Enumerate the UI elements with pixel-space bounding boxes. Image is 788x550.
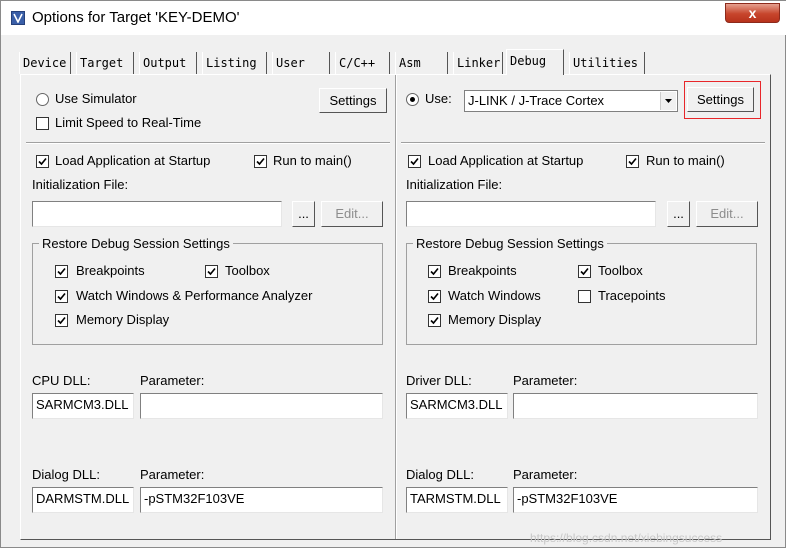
use-simulator-radio[interactable] bbox=[36, 93, 49, 106]
right-load-app-label: Load Application at Startup bbox=[428, 153, 584, 168]
checkmark-icon bbox=[628, 157, 637, 166]
left-separator bbox=[26, 142, 390, 144]
checkmark-icon bbox=[580, 267, 589, 276]
left-watch-checkbox[interactable] bbox=[55, 290, 68, 303]
right-breakpoints-label: Breakpoints bbox=[448, 263, 517, 278]
left-edit-button[interactable]: Edit... bbox=[321, 201, 383, 227]
close-icon: x bbox=[748, 5, 757, 21]
driver-dll-input[interactable]: SARMCM3.DLL bbox=[406, 393, 508, 419]
right-dialog-param-label: Parameter: bbox=[513, 467, 578, 482]
left-toolbox-label: Toolbox bbox=[225, 263, 270, 278]
title-bar: Options for Target 'KEY-DEMO' x bbox=[1, 1, 787, 35]
checkmark-icon bbox=[430, 267, 439, 276]
checkmark-icon bbox=[410, 157, 419, 166]
left-dialog-param-label: Parameter: bbox=[140, 467, 205, 482]
left-dialog-dll-input[interactable]: DARMSTM.DLL bbox=[32, 487, 134, 513]
cpu-param-input[interactable] bbox=[140, 393, 383, 419]
left-load-app-label: Load Application at Startup bbox=[55, 153, 211, 168]
left-browse-button[interactable]: ... bbox=[292, 201, 315, 227]
left-breakpoints-label: Breakpoints bbox=[76, 263, 145, 278]
simulator-settings-button[interactable]: Settings bbox=[319, 88, 387, 113]
use-simulator-label: Use Simulator bbox=[55, 91, 137, 106]
left-run-to-main-label: Run to main() bbox=[273, 153, 352, 168]
right-toolbox-checkbox[interactable] bbox=[578, 265, 591, 278]
watermark: https://blog.csdn.net/xiebingsuccess bbox=[530, 531, 723, 545]
right-browse-button[interactable]: ... bbox=[667, 201, 690, 227]
right-memory-label: Memory Display bbox=[448, 312, 542, 327]
right-tracepoints-checkbox[interactable] bbox=[578, 290, 591, 303]
cpu-dll-input[interactable]: SARMCM3.DLL bbox=[32, 393, 134, 419]
left-memory-label: Memory Display bbox=[76, 312, 170, 327]
checkmark-icon bbox=[207, 267, 216, 276]
left-dialog-param-input[interactable]: -pSTM32F103VE bbox=[140, 487, 383, 513]
tab-listing[interactable]: Listing bbox=[202, 52, 267, 74]
checkmark-icon bbox=[430, 316, 439, 325]
checkmark-icon bbox=[256, 157, 265, 166]
left-restore-title: Restore Debug Session Settings bbox=[39, 236, 233, 252]
cpu-dll-label: CPU DLL: bbox=[32, 373, 91, 388]
settings-highlight-box bbox=[684, 81, 761, 119]
cpu-param-label: Parameter: bbox=[140, 373, 205, 388]
right-run-to-main-label: Run to main() bbox=[646, 153, 725, 168]
right-watch-label: Watch Windows bbox=[448, 288, 541, 303]
left-memory-checkbox[interactable] bbox=[55, 314, 68, 327]
use-target-radio[interactable] bbox=[406, 93, 419, 106]
right-init-file-input[interactable] bbox=[406, 201, 656, 227]
chevron-down-icon bbox=[665, 99, 672, 103]
window-title: Options for Target 'KEY-DEMO' bbox=[32, 9, 240, 26]
left-toolbox-checkbox[interactable] bbox=[205, 265, 218, 278]
left-init-file-input[interactable] bbox=[32, 201, 282, 227]
use-target-label: Use: bbox=[425, 91, 452, 106]
right-edit-button[interactable]: Edit... bbox=[696, 201, 758, 227]
limit-speed-checkbox[interactable] bbox=[36, 117, 49, 130]
right-run-to-main-checkbox[interactable] bbox=[626, 155, 639, 168]
checkmark-icon bbox=[430, 292, 439, 301]
tab-device[interactable]: Device bbox=[19, 52, 71, 74]
checkmark-icon bbox=[38, 157, 47, 166]
checkmark-icon bbox=[57, 267, 66, 276]
tab-asm[interactable]: Asm bbox=[395, 52, 448, 74]
right-dialog-dll-input[interactable]: TARMSTM.DLL bbox=[406, 487, 508, 513]
tab-utilities[interactable]: Utilities bbox=[569, 52, 645, 74]
tab-output[interactable]: Output bbox=[139, 52, 197, 74]
options-dialog: Options for Target 'KEY-DEMO' x Device T… bbox=[0, 0, 787, 548]
driver-select-value: J-LINK / J-Trace Cortex bbox=[468, 93, 605, 108]
checkmark-icon bbox=[57, 316, 66, 325]
right-memory-checkbox[interactable] bbox=[428, 314, 441, 327]
right-dialog-dll-label: Dialog DLL: bbox=[406, 467, 474, 482]
right-watch-checkbox[interactable] bbox=[428, 290, 441, 303]
right-load-app-checkbox[interactable] bbox=[408, 155, 421, 168]
driver-select[interactable]: J-LINK / J-Trace Cortex bbox=[464, 90, 678, 112]
right-init-file-label: Initialization File: bbox=[406, 177, 503, 192]
tab-user[interactable]: User bbox=[272, 52, 330, 74]
tab-target[interactable]: Target bbox=[76, 52, 134, 74]
tab-cpp[interactable]: C/C++ bbox=[335, 52, 390, 74]
close-button[interactable]: x bbox=[725, 3, 780, 23]
driver-dll-label: Driver DLL: bbox=[406, 373, 472, 388]
driver-param-input[interactable] bbox=[513, 393, 758, 419]
keil-app-icon bbox=[11, 11, 25, 25]
right-separator bbox=[401, 142, 765, 144]
right-breakpoints-checkbox[interactable] bbox=[428, 265, 441, 278]
left-dialog-dll-label: Dialog DLL: bbox=[32, 467, 100, 482]
right-tracepoints-label: Tracepoints bbox=[598, 288, 666, 303]
left-run-to-main-checkbox[interactable] bbox=[254, 155, 267, 168]
left-breakpoints-checkbox[interactable] bbox=[55, 265, 68, 278]
driver-param-label: Parameter: bbox=[513, 373, 578, 388]
limit-speed-label: Limit Speed to Real-Time bbox=[55, 115, 202, 130]
left-load-app-checkbox[interactable] bbox=[36, 155, 49, 168]
left-watch-label: Watch Windows & Performance Analyzer bbox=[76, 288, 313, 303]
tab-debug[interactable]: Debug bbox=[506, 49, 564, 75]
left-init-file-label: Initialization File: bbox=[32, 177, 129, 192]
column-divider bbox=[395, 75, 397, 539]
right-restore-title: Restore Debug Session Settings bbox=[413, 236, 607, 252]
dropdown-arrow[interactable] bbox=[660, 92, 676, 110]
right-toolbox-label: Toolbox bbox=[598, 263, 643, 278]
right-dialog-param-input[interactable]: -pSTM32F103VE bbox=[513, 487, 758, 513]
tab-linker[interactable]: Linker bbox=[453, 52, 503, 74]
checkmark-icon bbox=[57, 292, 66, 301]
